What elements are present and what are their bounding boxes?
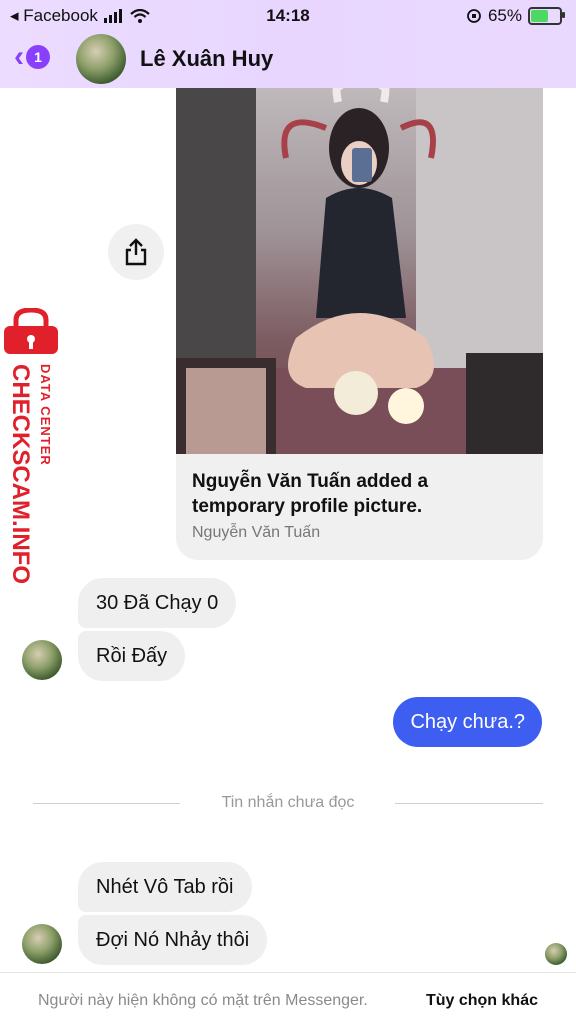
- outgoing-message[interactable]: Chạy chưa.?: [393, 697, 542, 747]
- post-photo-illustration: [176, 88, 543, 454]
- status-right: 65%: [466, 6, 565, 26]
- post-photo[interactable]: [176, 88, 543, 454]
- share-icon: [125, 238, 147, 266]
- contact-avatar[interactable]: [76, 34, 126, 84]
- post-caption: Nguyễn Văn Tuấn added a temporary profil…: [192, 471, 429, 517]
- watermark: DATA CENTER CHECKSCAM.INFO: [2, 307, 64, 598]
- chat-footer: Người này hiện không có mặt trên Messeng…: [0, 972, 576, 1025]
- more-options-button[interactable]: Tùy chọn khác: [426, 992, 538, 1010]
- sender-avatar[interactable]: [22, 640, 62, 680]
- watermark-line2: CHECKSCAM.INFO: [7, 364, 34, 584]
- status-bar: ◂ Facebook 14:18 65%: [0, 4, 576, 28]
- divider-line-right: [395, 803, 543, 804]
- share-button[interactable]: [108, 224, 164, 280]
- seen-receipt-avatar: [545, 943, 567, 965]
- battery-fill: [531, 10, 548, 22]
- back-button[interactable]: ‹ 1: [14, 42, 50, 72]
- chat-nav: ‹ 1 Lê Xuân Huy: [0, 34, 576, 84]
- incoming-message[interactable]: Nhét Vô Tab rồi: [78, 862, 252, 912]
- unread-badge: 1: [26, 45, 50, 69]
- incoming-message[interactable]: Đợi Nó Nhảy thôi: [78, 915, 268, 965]
- chat-header: ◂ Facebook 14:18 65% ‹ 1 Lê Xuân Huy: [0, 0, 576, 88]
- chevron-left-icon: ‹: [14, 40, 24, 73]
- incoming-message[interactable]: Rồi Đấy: [78, 631, 186, 681]
- orientation-lock-icon: [467, 9, 481, 23]
- contact-name[interactable]: Lê Xuân Huy: [140, 46, 273, 72]
- battery-icon: [528, 7, 565, 25]
- post-author: Nguyễn Văn Tuấn: [192, 524, 321, 541]
- incoming-message[interactable]: 30 Đã Chạy 0: [78, 578, 237, 628]
- watermark-line1: DATA CENTER: [38, 364, 53, 466]
- battery-percent: 65%: [487, 6, 522, 25]
- shared-post-card[interactable]: Nguyễn Văn Tuấn added a temporary profil…: [176, 88, 543, 560]
- presence-status-text: Người này hiện không có mặt trên Messeng…: [38, 992, 368, 1009]
- sender-avatar[interactable]: [22, 924, 62, 964]
